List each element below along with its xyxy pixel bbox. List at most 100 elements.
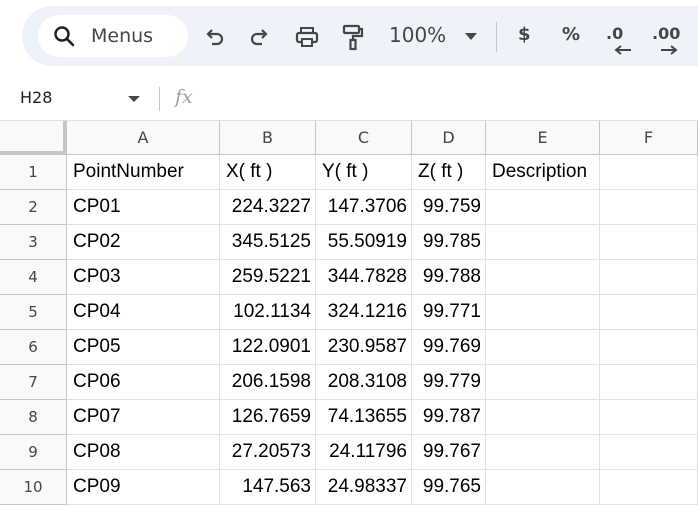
select-all-corner[interactable] — [0, 121, 67, 155]
fx-icon: fx — [175, 86, 193, 108]
cell-f2[interactable] — [600, 190, 698, 225]
cell-f6[interactable] — [600, 330, 698, 365]
row-header-10[interactable]: 10 — [0, 470, 67, 505]
undo-button[interactable] — [201, 22, 227, 52]
column-header-a[interactable]: A — [67, 121, 220, 155]
cell-e4[interactable] — [486, 260, 600, 295]
paint-format-button[interactable] — [340, 22, 366, 52]
cell-b4[interactable]: 259.5221 — [220, 260, 316, 295]
cell-e8[interactable] — [486, 400, 600, 435]
cell-a1[interactable]: PointNumber — [67, 155, 220, 190]
column-header-e[interactable]: E — [486, 121, 600, 155]
cell-a5[interactable]: CP04 — [67, 295, 220, 330]
cell-f1[interactable] — [600, 155, 698, 190]
cell-c5[interactable]: 324.1216 — [316, 295, 412, 330]
cell-a6[interactable]: CP05 — [67, 330, 220, 365]
cell-e7[interactable] — [486, 365, 600, 400]
cell-d3[interactable]: 99.785 — [412, 225, 486, 260]
cell-f5[interactable] — [600, 295, 698, 330]
cell-f10[interactable] — [600, 470, 698, 505]
column-header-c[interactable]: C — [316, 121, 412, 155]
cell-c10[interactable]: 24.98337 — [316, 470, 412, 505]
column-header-f[interactable]: F — [600, 121, 698, 155]
cell-a9[interactable]: CP08 — [67, 435, 220, 470]
cell-b1[interactable]: X( ft ) — [220, 155, 316, 190]
cell-b5[interactable]: 102.1134 — [220, 295, 316, 330]
row-header-1[interactable]: 1 — [0, 155, 67, 190]
cell-e2[interactable] — [486, 190, 600, 225]
row-header-4[interactable]: 4 — [0, 260, 67, 295]
cell-f4[interactable] — [600, 260, 698, 295]
cell-e1[interactable]: Description — [486, 155, 600, 190]
cell-b10[interactable]: 147.563 — [220, 470, 316, 505]
cell-c9[interactable]: 24.11796 — [316, 435, 412, 470]
menus-search-button[interactable]: Menus — [38, 15, 188, 57]
redo-button[interactable] — [247, 22, 273, 52]
cell-c6[interactable]: 230.9587 — [316, 330, 412, 365]
menus-label: Menus — [91, 25, 154, 47]
cell-d6[interactable]: 99.769 — [412, 330, 486, 365]
cell-b3[interactable]: 345.5125 — [220, 225, 316, 260]
cell-c1[interactable]: Y( ft ) — [316, 155, 412, 190]
toolbar-divider — [496, 22, 497, 52]
cell-d2[interactable]: 99.759 — [412, 190, 486, 225]
cell-a7[interactable]: CP06 — [67, 365, 220, 400]
currency-format-button[interactable]: $ — [518, 24, 531, 45]
cell-c2[interactable]: 147.3706 — [316, 190, 412, 225]
formula-bar-divider — [159, 87, 160, 111]
cell-d8[interactable]: 99.787 — [412, 400, 486, 435]
arrow-right-icon — [660, 40, 678, 59]
search-icon — [52, 24, 76, 48]
cell-d7[interactable]: 99.779 — [412, 365, 486, 400]
print-icon — [294, 25, 320, 49]
cell-a3[interactable]: CP02 — [67, 225, 220, 260]
percent-format-button[interactable]: % — [562, 24, 580, 45]
column-header-b[interactable]: B — [220, 121, 316, 155]
zoom-select[interactable]: 100% — [389, 23, 446, 47]
cell-a10[interactable]: CP09 — [67, 470, 220, 505]
cell-b6[interactable]: 122.0901 — [220, 330, 316, 365]
cell-b2[interactable]: 224.3227 — [220, 190, 316, 225]
cell-f8[interactable] — [600, 400, 698, 435]
column-header-d[interactable]: D — [412, 121, 486, 155]
cell-a4[interactable]: CP03 — [67, 260, 220, 295]
name-box-chevron-down-icon[interactable] — [128, 96, 140, 102]
row-header-7[interactable]: 7 — [0, 365, 67, 400]
name-box[interactable]: H28 — [20, 88, 52, 107]
cell-e3[interactable] — [486, 225, 600, 260]
arrow-left-icon — [614, 40, 632, 59]
cell-c7[interactable]: 208.3108 — [316, 365, 412, 400]
row-header-3[interactable]: 3 — [0, 225, 67, 260]
cell-d9[interactable]: 99.767 — [412, 435, 486, 470]
row-header-5[interactable]: 5 — [0, 295, 67, 330]
formula-input[interactable] — [210, 86, 690, 112]
row-header-6[interactable]: 6 — [0, 330, 67, 365]
cell-e9[interactable] — [486, 435, 600, 470]
cell-e5[interactable] — [486, 295, 600, 330]
cell-b7[interactable]: 206.1598 — [220, 365, 316, 400]
cell-d1[interactable]: Z( ft ) — [412, 155, 486, 190]
cell-b8[interactable]: 126.7659 — [220, 400, 316, 435]
zoom-chevron-down-icon[interactable] — [465, 33, 477, 40]
row-header-2[interactable]: 2 — [0, 190, 67, 225]
cell-c8[interactable]: 74.13655 — [316, 400, 412, 435]
cell-e10[interactable] — [486, 470, 600, 505]
print-button[interactable] — [292, 22, 322, 52]
cell-c3[interactable]: 55.50919 — [316, 225, 412, 260]
cell-b9[interactable]: 27.20573 — [220, 435, 316, 470]
cell-a8[interactable]: CP07 — [67, 400, 220, 435]
spreadsheet-grid: A B C D E F 1 PointNumber X( ft ) Y( ft ) Z( ft ) D… — [0, 121, 698, 506]
cell-d4[interactable]: 99.788 — [412, 260, 486, 295]
cell-e6[interactable] — [486, 330, 600, 365]
cell-d10[interactable]: 99.765 — [412, 470, 486, 505]
row-header-9[interactable]: 9 — [0, 435, 67, 470]
cell-d5[interactable]: 99.771 — [412, 295, 486, 330]
toolbar: Menus 100% $ % .0 .00 — [0, 0, 698, 78]
cell-c4[interactable]: 344.7828 — [316, 260, 412, 295]
cell-f3[interactable] — [600, 225, 698, 260]
undo-icon — [203, 26, 225, 48]
cell-f9[interactable] — [600, 435, 698, 470]
row-header-8[interactable]: 8 — [0, 400, 67, 435]
cell-a2[interactable]: CP01 — [67, 190, 220, 225]
cell-f7[interactable] — [600, 365, 698, 400]
